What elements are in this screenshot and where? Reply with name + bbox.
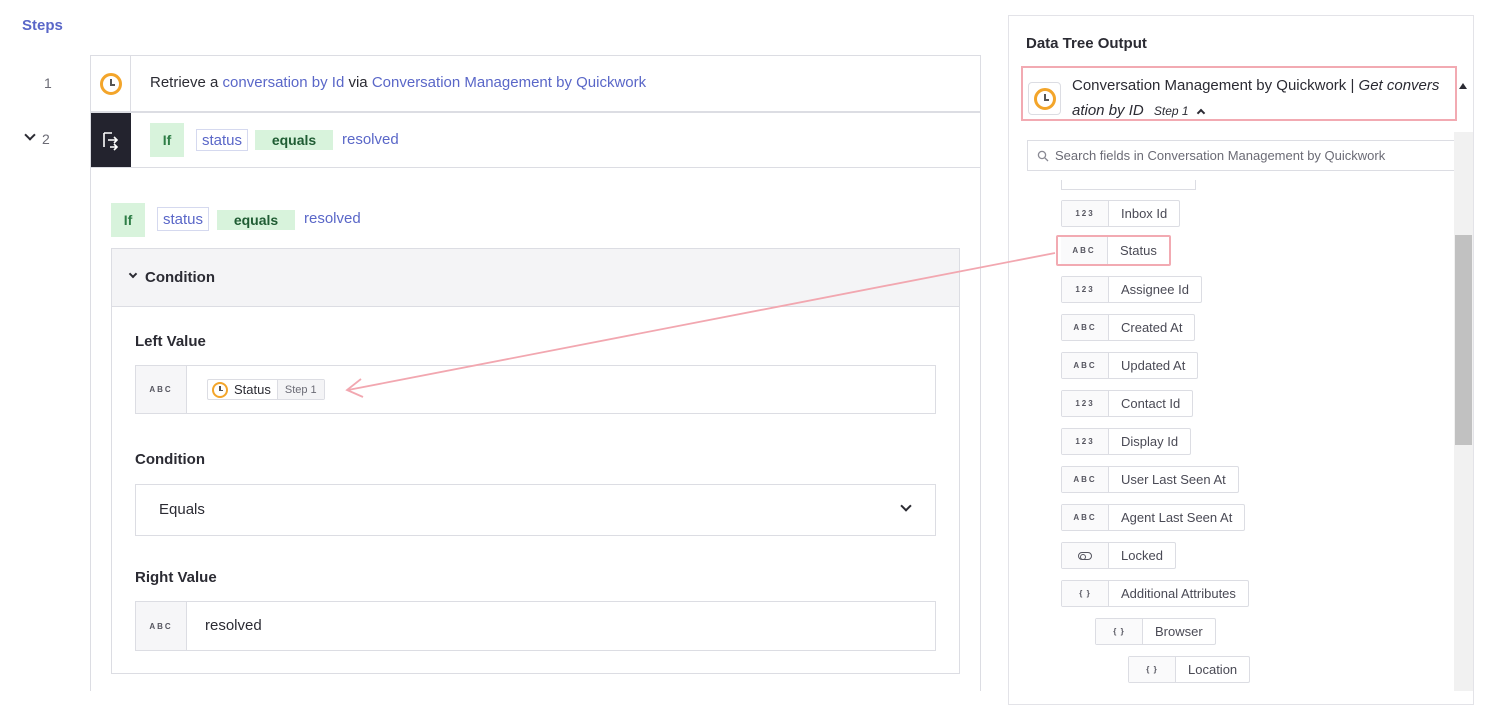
data-tree-scroll-thumb[interactable] — [1455, 235, 1472, 445]
app-logo-cell — [1028, 82, 1061, 115]
type-text-icon: ABC — [1062, 467, 1109, 492]
condition-panel: Condition Left Value ABC Status Step 1 C… — [111, 248, 960, 674]
quickwork-logo-icon — [1033, 87, 1056, 110]
left-value-type-icon: ABC — [136, 366, 187, 413]
tree-item-clipped — [1061, 180, 1196, 190]
tree-item-additional-attributes[interactable]: { } Additional Attributes — [1061, 580, 1249, 607]
condition-select-value: Equals — [159, 501, 205, 518]
chevron-up-icon[interactable] — [1196, 108, 1206, 118]
tree-item-location[interactable]: { } Location — [1128, 656, 1251, 683]
left-value-pill-text: Status — [234, 382, 271, 397]
data-tree-step-label: Step 1 — [1153, 104, 1189, 118]
search-input[interactable] — [1055, 141, 1450, 170]
tree-item-assignee-id[interactable]: 123 Assignee Id — [1061, 276, 1202, 303]
step-1-description: Retrieve a conversation by Id via Conver… — [150, 74, 646, 91]
step-1-prefix: Retrieve a — [150, 74, 219, 91]
data-tree-title: Data Tree Output — [1026, 35, 1147, 52]
data-tree-app-name: Conversation Management by Quickwork | — [1072, 77, 1355, 94]
data-tree-action-part2: ation by ID — [1072, 102, 1144, 119]
type-number-icon: 123 — [1062, 277, 1109, 302]
tree-item-agent-last-seen-at[interactable]: ABC Agent Last Seen At — [1061, 504, 1246, 531]
tree-item-status[interactable]: ABC Status — [1056, 235, 1171, 266]
left-value-label: Left Value — [135, 333, 206, 350]
tree-item-browser[interactable]: { } Browser — [1095, 618, 1216, 645]
toggle-icon — [1078, 551, 1092, 560]
right-value-text: resolved — [205, 617, 262, 634]
right-value-type-icon: ABC — [136, 602, 187, 650]
step-2-field-tag: status — [196, 129, 249, 151]
left-value-pill-step: Step 1 — [276, 380, 324, 399]
step-number-2: 2 — [42, 131, 50, 147]
type-object-icon: { } — [1062, 581, 1109, 606]
step-number-1: 1 — [44, 75, 52, 91]
tree-item-label: Created At — [1121, 320, 1183, 335]
type-text-icon: ABC — [1062, 315, 1109, 340]
scroll-up-arrow-icon[interactable] — [1459, 83, 1467, 89]
tree-item-label: Assignee Id — [1121, 282, 1189, 297]
tree-item-updated-at[interactable]: ABC Updated At — [1061, 352, 1199, 379]
type-text-icon: ABC — [1061, 237, 1108, 264]
condition-summary-field-tag: status — [157, 207, 210, 231]
branch-icon — [103, 132, 119, 151]
condition-collapse-chevron-icon[interactable] — [128, 269, 138, 279]
step-2-operator-tag: equals — [255, 130, 333, 150]
step-2-collapse-chevron-icon[interactable] — [24, 129, 36, 141]
step-1-via: via — [348, 74, 368, 91]
type-number-icon: 123 — [1062, 429, 1109, 454]
data-tree-action-part1: Get convers — [1358, 77, 1440, 94]
tree-item-contact-id[interactable]: 123 Contact Id — [1061, 390, 1194, 417]
type-text-icon: ABC — [1062, 505, 1109, 530]
tree-item-label: Browser — [1155, 624, 1203, 639]
condition-header-label: Condition — [145, 269, 215, 286]
type-number-icon: 123 — [1062, 391, 1109, 416]
left-value-pill[interactable]: Status Step 1 — [207, 379, 325, 400]
condition-select[interactable]: Equals — [135, 484, 936, 536]
tree-item-label: Locked — [1121, 548, 1163, 563]
type-object-icon: { } — [1129, 657, 1176, 682]
type-object-icon: { } — [1096, 619, 1143, 644]
step-1-object-link[interactable]: conversation by Id — [223, 74, 345, 91]
step-2-value: resolved — [342, 131, 399, 148]
step-1-app-link[interactable]: Conversation Management by Quickwork — [372, 74, 646, 91]
quickwork-logo-icon — [212, 381, 228, 398]
tree-item-user-last-seen-at[interactable]: ABC User Last Seen At — [1061, 466, 1239, 493]
step-2-if-tag: If — [150, 123, 184, 157]
tree-item-label: User Last Seen At — [1121, 472, 1226, 487]
tree-item-created-at[interactable]: ABC Created At — [1061, 314, 1196, 341]
type-boolean-icon — [1062, 543, 1109, 568]
condition-summary-value: resolved — [304, 210, 361, 227]
tree-item-label: Updated At — [1121, 358, 1186, 373]
tree-item-label: Display Id — [1121, 434, 1179, 449]
tree-item-label: Additional Attributes — [1121, 586, 1236, 601]
type-number-icon: 123 — [1062, 201, 1109, 226]
tree-item-locked[interactable]: Locked — [1061, 542, 1176, 569]
condition-panel-header[interactable]: Condition — [112, 249, 959, 307]
right-value-label: Right Value — [135, 569, 217, 586]
step-2-row[interactable]: If status equals resolved — [90, 112, 981, 168]
data-tree-action-line: ation by ID Step 1 — [1072, 102, 1206, 119]
tree-item-label: Inbox Id — [1121, 206, 1168, 221]
step-1-icon-cell — [91, 56, 131, 111]
left-value-field[interactable]: ABC Status Step 1 — [135, 365, 936, 414]
tree-item-label: Location — [1188, 662, 1238, 677]
data-tree-app-name-line: Conversation Management by Quickwork | G… — [1072, 77, 1439, 94]
search-icon — [1037, 150, 1049, 162]
tree-item-label: Contact Id — [1121, 396, 1181, 411]
tree-item-label: Agent Last Seen At — [1121, 510, 1233, 525]
quickwork-logo-icon — [99, 72, 122, 95]
tree-item-display-id[interactable]: 123 Display Id — [1061, 428, 1192, 455]
data-tree-app-header[interactable]: Conversation Management by Quickwork | G… — [1021, 66, 1457, 121]
step-2-icon-cell — [91, 113, 131, 167]
step-1-row[interactable]: Retrieve a conversation by Id via Conver… — [90, 55, 981, 112]
data-tree-search[interactable] — [1027, 140, 1455, 171]
tree-item-inbox-id[interactable]: 123 Inbox Id — [1061, 200, 1181, 227]
condition-summary-if-tag: If — [111, 203, 145, 237]
type-text-icon: ABC — [1062, 353, 1109, 378]
condition-label: Condition — [135, 451, 205, 468]
tree-item-label: Status — [1120, 243, 1157, 258]
condition-summary-operator-tag: equals — [217, 210, 295, 230]
right-value-field[interactable]: ABC resolved — [135, 601, 936, 651]
chevron-down-icon[interactable] — [900, 500, 912, 512]
steps-title: Steps — [22, 17, 63, 34]
